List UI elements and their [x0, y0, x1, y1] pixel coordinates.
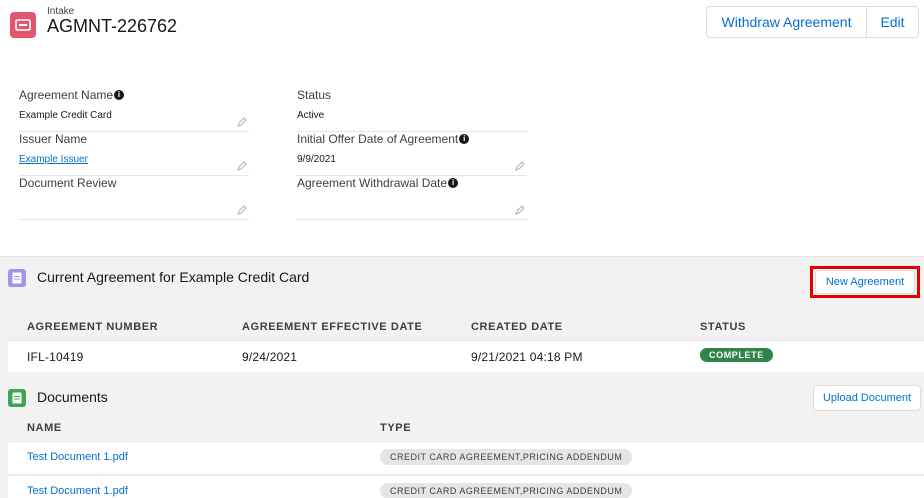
document-review-field: Document Review: [19, 176, 249, 220]
highlight-box: [810, 266, 920, 298]
column-header-status[interactable]: STATUS: [700, 321, 746, 333]
column-header-name[interactable]: NAME: [27, 422, 62, 434]
edit-button[interactable]: Edit: [866, 6, 919, 38]
document-type-pill: CREDIT CARD AGREEMENT,PRICING ADDENDUM: [380, 449, 633, 465]
initial-offer-date-value: 9/9/2021: [297, 154, 336, 165]
withdrawal-date-field: Agreement Withdrawal Date i: [297, 176, 527, 220]
table-row: Test Document 1.pdf CREDIT CARD AGREEMEN…: [8, 475, 924, 498]
table-row: IFL-10419 9/24/2021 9/21/2021 04:18 PM C…: [8, 340, 924, 372]
edit-pencil-icon[interactable]: [515, 205, 525, 215]
info-icon[interactable]: i: [114, 90, 125, 100]
status-label: Status: [297, 88, 332, 102]
status-badge: COMPLETE: [700, 348, 773, 362]
column-header-created-date[interactable]: CREATED DATE: [471, 321, 563, 333]
agreement-name-label: Agreement Name: [19, 88, 114, 102]
agreement-number-cell: IFL-10419: [27, 350, 84, 364]
agreement-name-value: Example Credit Card: [19, 110, 112, 121]
document-name-link[interactable]: Test Document 1.pdf: [27, 451, 128, 463]
edit-pencil-icon[interactable]: [515, 161, 525, 171]
issuer-name-label: Issuer Name: [19, 132, 88, 146]
column-header-type[interactable]: TYPE: [380, 422, 411, 434]
edit-pencil-icon[interactable]: [237, 205, 247, 215]
document-review-label: Document Review: [19, 176, 117, 190]
column-header-effective-date[interactable]: AGREEMENT EFFECTIVE DATE: [242, 321, 422, 333]
edit-pencil-icon[interactable]: [237, 161, 247, 171]
issuer-name-link[interactable]: Example Issuer: [19, 154, 88, 165]
upload-document-button[interactable]: Upload Document: [813, 385, 921, 411]
created-date-cell: 9/21/2021 04:18 PM: [471, 350, 583, 364]
status-field: Status Active: [297, 88, 527, 132]
issuer-name-field: Issuer Name Example Issuer: [19, 132, 249, 176]
edit-pencil-icon[interactable]: [237, 117, 247, 127]
status-value: Active: [297, 110, 325, 121]
agreement-table-header: AGREEMENT NUMBER AGREEMENT EFFECTIVE DAT…: [8, 313, 924, 339]
info-icon[interactable]: i: [459, 134, 470, 144]
document-name-link[interactable]: Test Document 1.pdf: [27, 485, 128, 497]
column-header-agreement-number[interactable]: AGREEMENT NUMBER: [27, 321, 158, 333]
initial-offer-date-label: Initial Offer Date of Agreement: [297, 132, 459, 146]
agreement-name-field: Agreement Name i Example Credit Card: [19, 88, 249, 132]
documents-table-header: NAME TYPE: [8, 414, 924, 440]
agreement-section-icon: [8, 269, 26, 287]
record-type-icon: [10, 12, 36, 38]
table-row: Test Document 1.pdf CREDIT CARD AGREEMEN…: [8, 441, 924, 473]
documents-section-icon: [8, 389, 26, 407]
effective-date-cell: 9/24/2021: [242, 350, 298, 364]
withdraw-agreement-button[interactable]: Withdraw Agreement: [706, 6, 867, 38]
current-agreement-title[interactable]: Current Agreement for Example Credit Car…: [37, 269, 309, 285]
info-icon[interactable]: i: [448, 178, 459, 188]
withdrawal-date-label: Agreement Withdrawal Date: [297, 176, 448, 190]
documents-title[interactable]: Documents: [37, 389, 108, 405]
initial-offer-date-field: Initial Offer Date of Agreement i 9/9/202…: [297, 132, 527, 176]
document-type-pill: CREDIT CARD AGREEMENT,PRICING ADDENDUM: [380, 483, 633, 498]
record-title: AGMNT-226762: [47, 16, 178, 36]
